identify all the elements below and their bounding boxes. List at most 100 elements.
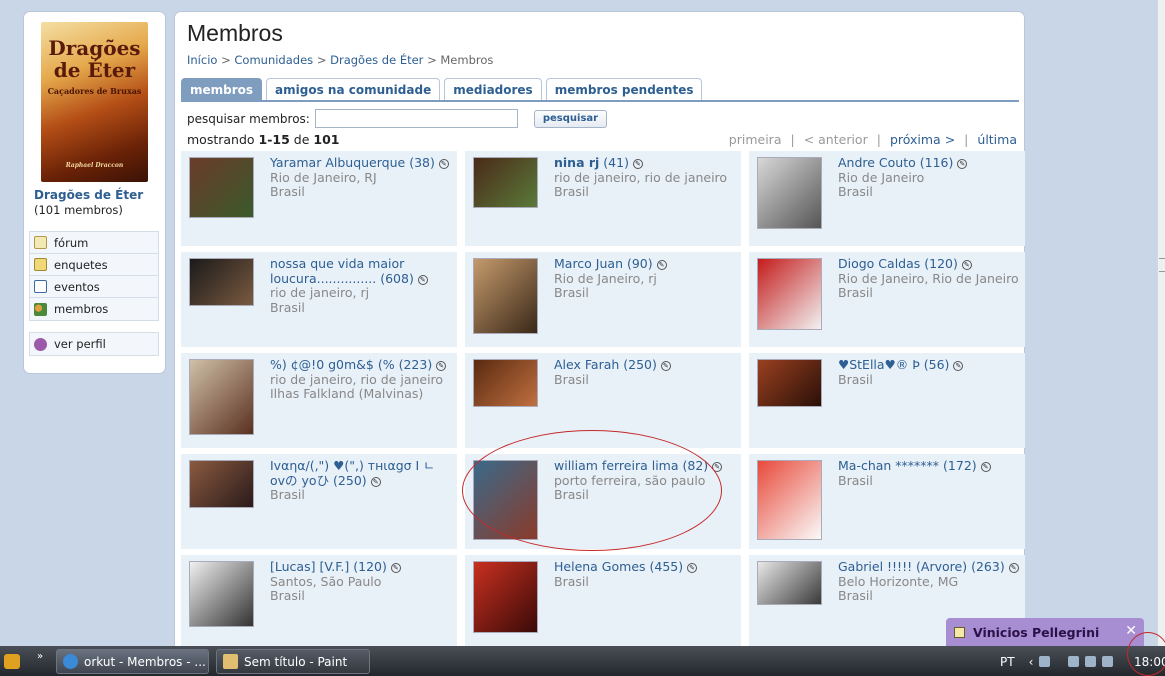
edit-icon[interactable]: ✎ (390, 563, 401, 573)
speaker-icon[interactable] (1102, 656, 1114, 667)
view-profile-link[interactable]: ver perfil (30, 333, 158, 355)
pager-next-link[interactable]: próxima > (890, 132, 955, 147)
edit-icon[interactable]: ✎ (436, 361, 447, 371)
member-name-link[interactable]: Marco Juan (554, 256, 623, 271)
edit-icon[interactable]: ✎ (660, 361, 671, 371)
member-friend-count: (263) (967, 559, 1009, 574)
community-cover-image[interactable]: Dragões de Éter Caçadores de Bruxas Raph… (41, 22, 148, 182)
tab-moderators[interactable]: mediadores (444, 78, 542, 101)
member-photo[interactable] (189, 258, 254, 306)
showing-total: 101 (313, 132, 340, 147)
member-friend-count: (38) (405, 155, 439, 170)
member-photo[interactable] (189, 359, 254, 435)
view-profile-label: ver perfil (54, 337, 106, 351)
member-info: Alex Farah (250) ✎ Brasil (554, 357, 735, 387)
taskbar-button-browser[interactable]: orkut - Membros - ... (56, 649, 209, 674)
member-name-link[interactable]: ♥StElla♥® Þ (838, 357, 920, 372)
member-name-link[interactable]: Helena Gomes (554, 559, 646, 574)
pager-last-link[interactable]: última (977, 132, 1017, 147)
search-input[interactable] (314, 109, 518, 128)
member-info: nina rj (41) ✎ rio de janeiro, rio de jan… (554, 155, 735, 200)
breadcrumb-community[interactable]: Dragões de Éter (330, 53, 423, 67)
edit-icon[interactable]: ✎ (632, 159, 643, 169)
cover-subtitle: Caçadores de Bruxas (47, 86, 142, 96)
member-photo[interactable] (757, 157, 822, 229)
tab-underline (181, 100, 1019, 102)
red-ellipse-annotation (462, 430, 722, 551)
tray-expand-icon[interactable]: ‹ (1029, 655, 1034, 669)
sidebar-item-forum[interactable]: fórum (30, 232, 158, 254)
paint-icon (223, 654, 238, 669)
member-card: Yaramar Albuquerque (38) ✎ Rio de Janeiro… (181, 151, 457, 246)
chat-notification[interactable]: Vinicios Pellegrini ✕ (946, 618, 1144, 646)
member-name-link[interactable]: Ma-chan ******* (838, 458, 939, 473)
member-photo[interactable] (189, 561, 254, 627)
device-icon[interactable] (1068, 656, 1080, 667)
breadcrumb-communities[interactable]: Comunidades (234, 53, 313, 67)
edit-icon[interactable]: ✎ (953, 361, 964, 371)
member-country: Brasil (838, 472, 873, 488)
breadcrumb-home[interactable]: Início (187, 53, 217, 67)
member-friend-count: (223) (394, 357, 437, 372)
member-location: rio de janeiro, rio de janeiro (270, 371, 444, 387)
network-icon[interactable] (1039, 656, 1051, 667)
member-name-link[interactable]: %) ¢@!0 g0m&$ (% (270, 357, 395, 372)
member-friend-count: (120) (349, 559, 391, 574)
edit-icon[interactable]: ✎ (1008, 563, 1019, 573)
language-indicator[interactable]: PT (1000, 655, 1015, 669)
tab-pending-members[interactable]: membros pendentes (545, 78, 703, 101)
quick-launch-icon[interactable] (4, 654, 20, 669)
forum-icon (34, 236, 47, 249)
member-photo[interactable] (757, 561, 822, 605)
member-photo[interactable] (473, 258, 538, 334)
sidebar-item-polls[interactable]: enquetes (30, 254, 158, 276)
member-name-link[interactable]: Diogo Caldas (838, 256, 920, 271)
task-label: orkut - Membros - ... (84, 654, 206, 669)
member-photo[interactable] (189, 157, 254, 218)
member-location: Brasil (554, 371, 589, 387)
edit-icon[interactable]: ✎ (957, 159, 968, 169)
member-name-link[interactable]: nina rj (554, 155, 599, 170)
display-icon[interactable] (1085, 656, 1097, 667)
member-friend-count: (455) (645, 559, 688, 574)
member-photo[interactable] (473, 359, 538, 407)
member-card: Marco Juan (90) ✎ Rio de Janeiro, rj Brasi… (465, 252, 741, 347)
member-name-link[interactable]: [Lucas] [V.F.] (270, 559, 349, 574)
edit-icon[interactable]: ✎ (980, 462, 991, 472)
edit-icon[interactable]: ✎ (438, 159, 449, 169)
member-name-link[interactable]: Alex Farah (554, 357, 619, 372)
edit-icon[interactable]: ✎ (687, 563, 698, 573)
scrollbar-grip[interactable] (1159, 258, 1165, 272)
quick-launch-expand[interactable]: » (37, 651, 43, 662)
sidebar-item-members[interactable]: membros (30, 298, 158, 320)
sidebar-item-events[interactable]: eventos (30, 276, 158, 298)
member-info: Yaramar Albuquerque (38) ✎ Rio de Janeiro… (270, 155, 451, 200)
member-name-link[interactable]: Yaramar Albuquerque (270, 155, 405, 170)
edit-icon[interactable]: ✎ (961, 260, 972, 270)
member-location: Rio de Janeiro (838, 169, 925, 185)
member-photo[interactable] (473, 157, 538, 208)
member-country: Brasil (838, 184, 873, 199)
member-photo[interactable] (473, 561, 538, 633)
member-name-link[interactable]: Gabriel !!!!! (Arvore) (838, 559, 967, 574)
search-button[interactable]: pesquisar (533, 109, 608, 128)
edit-icon[interactable]: ✎ (370, 476, 381, 487)
poll-icon (34, 258, 47, 271)
member-photo[interactable] (757, 258, 822, 330)
member-info: nossa que vida maior loucura............… (270, 256, 451, 315)
members-icon (34, 302, 47, 316)
taskbar-button-paint[interactable]: Sem título - Paint (216, 649, 370, 674)
member-name-link[interactable]: Andre Couto (838, 155, 916, 170)
tab-members[interactable]: membros (181, 78, 263, 101)
member-location: Rio de Janeiro, Rio de Janeiro (838, 270, 1019, 286)
member-location: Brasil (270, 487, 305, 502)
member-photo[interactable] (757, 359, 822, 407)
member-photo[interactable] (189, 460, 254, 508)
community-name-link[interactable]: Dragões de Éter (34, 188, 143, 202)
browser-page: Dragões de Éter Caçadores de Bruxas Raph… (0, 0, 1157, 646)
member-photo[interactable] (757, 460, 822, 540)
page-scrollbar[interactable] (1157, 0, 1165, 646)
tab-friends-in-community[interactable]: amigos na comunidade (266, 78, 441, 101)
edit-icon[interactable]: ✎ (656, 260, 667, 270)
edit-icon[interactable]: ✎ (417, 274, 428, 285)
